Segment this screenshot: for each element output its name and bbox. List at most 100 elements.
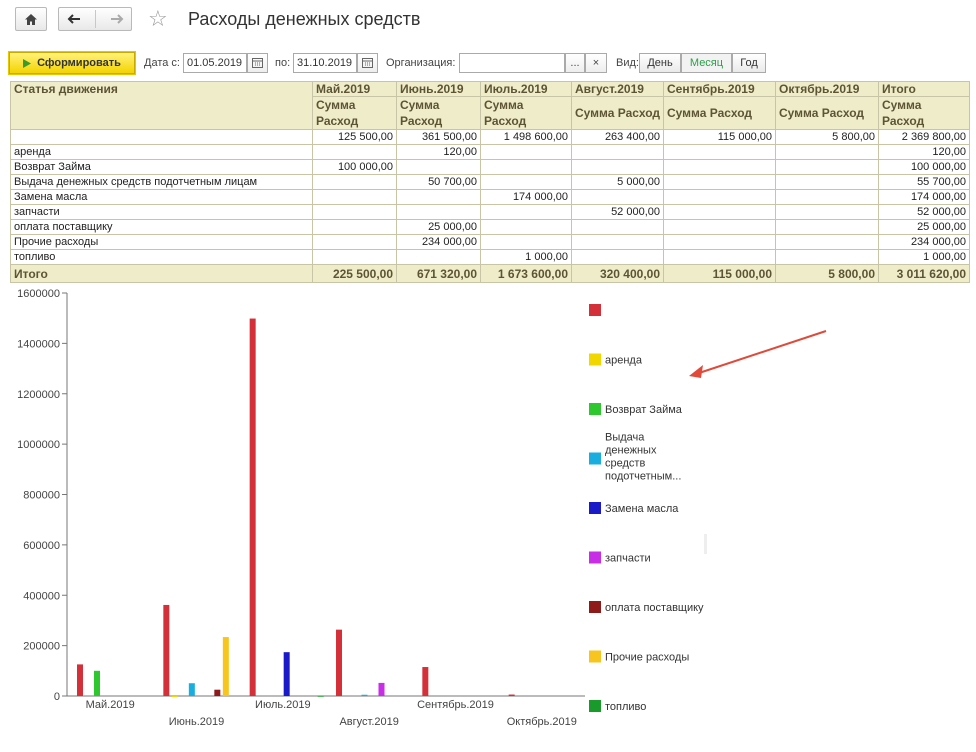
row-value: 52 000,00 — [571, 204, 664, 220]
row-value: 5 000,00 — [571, 174, 664, 190]
column-subheader: Сумма Расход — [571, 96, 664, 130]
row-value: 361 500,00 — [396, 129, 481, 145]
bar — [171, 695, 178, 697]
table-row[interactable]: аренда 120,00 120,00 — [10, 144, 970, 160]
organization-label: Организация: — [386, 57, 456, 69]
date-to-input[interactable]: 31.10.2019 — [293, 53, 357, 73]
row-value — [312, 219, 397, 235]
row-value — [480, 144, 572, 160]
row-value — [663, 159, 776, 175]
view-month-button[interactable]: Месяц — [681, 53, 732, 73]
row-value — [571, 219, 664, 235]
row-value — [571, 159, 664, 175]
column-header-period: Июль.2019 — [480, 81, 572, 97]
legend-label: Возврат Займа — [605, 404, 683, 416]
row-value — [396, 159, 481, 175]
column-header-period: Сентябрь.2019 — [663, 81, 776, 97]
row-value — [571, 234, 664, 250]
legend-label: Прочие расходы — [605, 652, 689, 664]
row-value: 234 000,00 — [878, 234, 970, 250]
date-from-calendar-button[interactable] — [247, 53, 268, 73]
row-value: 263 400,00 — [571, 129, 664, 145]
row-value — [480, 219, 572, 235]
bar — [317, 695, 324, 697]
row-value — [775, 159, 879, 175]
row-value — [480, 204, 572, 220]
home-icon — [25, 13, 37, 25]
row-value — [312, 234, 397, 250]
row-item-name: Выдача денежных средств подотчетным лица… — [10, 174, 313, 190]
row-value — [480, 234, 572, 250]
forward-button[interactable] — [109, 13, 125, 25]
table-row[interactable]: Прочие расходы 234 000,00 234 000,00 — [10, 234, 970, 250]
row-value — [396, 249, 481, 265]
legend-label: топливо — [605, 701, 646, 713]
table-row[interactable]: оплата поставщику 25 000,00 25 000,00 — [10, 219, 970, 235]
generate-button[interactable]: Сформировать — [8, 51, 136, 75]
arrow-right-icon — [110, 14, 123, 24]
home-button[interactable] — [15, 7, 47, 31]
organization-input[interactable] — [459, 53, 565, 73]
calendar-icon — [362, 58, 373, 68]
table-header-row: Статья движения Май.2019 Июнь.2019 Июль.201… — [10, 81, 970, 130]
column-subheader: Сумма Расход — [663, 96, 776, 130]
row-value: 2 369 800,00 — [878, 129, 970, 145]
table-row[interactable]: Замена масла 174 000,00 174 000,00 — [10, 189, 970, 205]
row-value — [775, 174, 879, 190]
table-row[interactable]: Возврат Займа 100 000,00 100 000,00 — [10, 159, 970, 175]
report-table: Статья движения Май.2019 Июнь.2019 Июль.201… — [10, 81, 970, 283]
row-value: 1 000,00 — [878, 249, 970, 265]
row-value — [663, 234, 776, 250]
bar — [214, 689, 221, 696]
column-subheader: Сумма Расход — [775, 96, 879, 130]
y-tick-label: 0 — [54, 691, 60, 703]
row-value: 55 700,00 — [878, 174, 970, 190]
table-row[interactable]: Выдача денежных средств подотчетным лица… — [10, 174, 970, 190]
bar — [188, 683, 195, 696]
column-header-period: Итого — [878, 81, 970, 97]
row-value: 125 500,00 — [312, 129, 397, 145]
total-value: 225 500,00 — [312, 264, 397, 283]
row-value — [480, 174, 572, 190]
table-row[interactable]: 125 500,00 361 500,00 1 498 600,00 263 400,… — [10, 129, 970, 145]
row-value: 25 000,00 — [878, 219, 970, 235]
divider — [94, 10, 96, 28]
star-icon[interactable]: ☆ — [148, 6, 168, 32]
row-value — [663, 189, 776, 205]
table-row[interactable]: запчасти 52 000,00 52 000,00 — [10, 204, 970, 220]
date-from-input[interactable]: 01.05.2019 — [183, 53, 247, 73]
row-value — [775, 204, 879, 220]
bar — [361, 694, 368, 696]
row-value: 174 000,00 — [878, 189, 970, 205]
row-item-name: Замена масла — [10, 189, 313, 205]
bar — [378, 682, 385, 696]
legend-swatch — [589, 452, 601, 465]
organization-select-button[interactable]: ... — [565, 53, 585, 73]
bar — [422, 667, 429, 696]
legend-swatch — [589, 700, 601, 712]
view-label: Вид: — [616, 57, 639, 69]
legend-label: запчасти — [605, 553, 651, 565]
date-to-calendar-button[interactable] — [357, 53, 378, 73]
total-value: 671 320,00 — [396, 264, 481, 283]
column-header-item: Статья движения — [10, 81, 313, 130]
table-row[interactable]: топливо 1 000,00 1 000,00 — [10, 249, 970, 265]
bar — [77, 664, 83, 696]
bar — [249, 318, 256, 696]
row-value — [775, 249, 879, 265]
column-header-period: Август.2019 — [571, 81, 664, 97]
organization-clear-button[interactable]: × — [585, 53, 607, 73]
y-tick-label: 800000 — [23, 490, 60, 502]
row-item-name: Прочие расходы — [10, 234, 313, 250]
row-value — [775, 144, 879, 160]
column-subheader: Сумма Расход — [396, 96, 481, 130]
row-value — [312, 144, 397, 160]
row-value — [663, 204, 776, 220]
view-year-button[interactable]: Год — [732, 53, 766, 73]
legend-label: Замена масла — [605, 503, 679, 515]
row-value — [663, 249, 776, 265]
back-button[interactable] — [66, 13, 82, 25]
view-day-button[interactable]: День — [639, 53, 681, 73]
row-value: 1 000,00 — [480, 249, 572, 265]
arrow-left-icon — [67, 14, 80, 24]
